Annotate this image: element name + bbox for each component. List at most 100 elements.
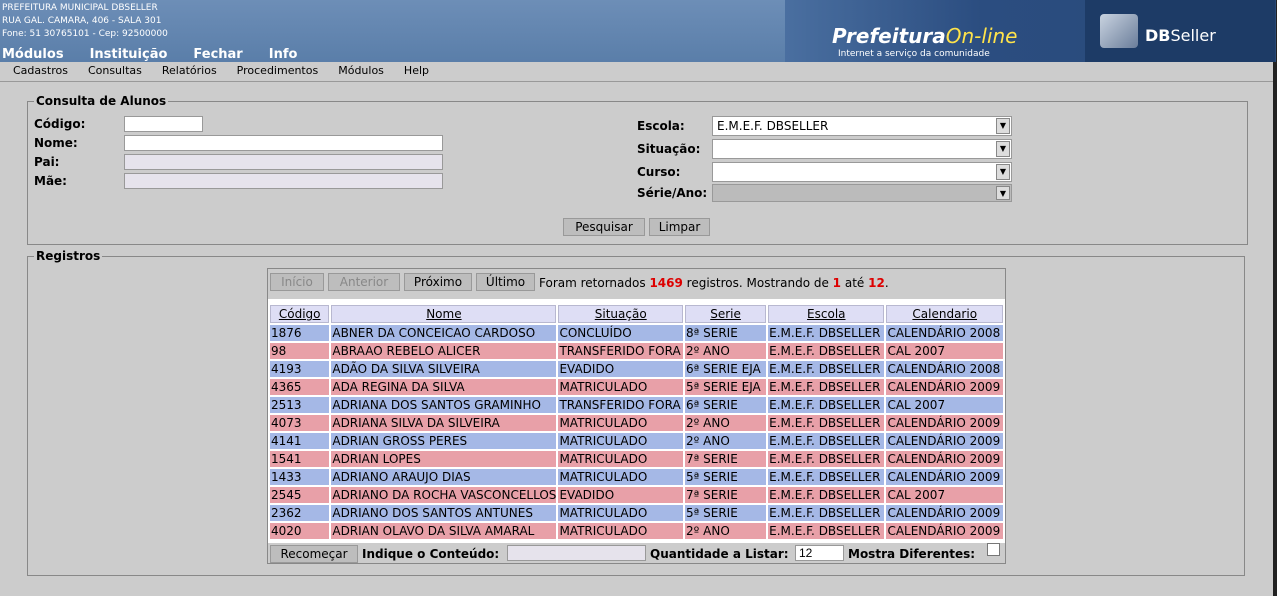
column-header[interactable]: Escola xyxy=(768,305,885,323)
table-cell: MATRICULADO xyxy=(558,523,684,539)
table-cell: CAL 2007 xyxy=(886,487,1003,503)
table-row[interactable]: 2513 ADRIANA DOS SANTOS GRAMINHO TRANSFERI… xyxy=(270,397,1003,413)
table-cell: 1433 xyxy=(270,469,330,485)
situacao-select[interactable]: ▼ xyxy=(712,139,1012,159)
table-cell: MATRICULADO xyxy=(558,505,684,521)
table-row[interactable]: 4193 ADÃO DA SILVA SILVEIRA EVADIDO 6ª SERI… xyxy=(270,361,1003,377)
conteudo-input[interactable] xyxy=(507,545,646,561)
table-cell: 4365 xyxy=(270,379,330,395)
chevron-down-icon[interactable]: ▼ xyxy=(996,141,1010,157)
menu-cadastros[interactable]: Cadastros xyxy=(13,62,68,81)
table-cell: E.M.E.F. DBSELLER xyxy=(768,325,885,341)
grid-footer: Recomeçar Indique o Conteúdo: Quantidade… xyxy=(268,543,1005,563)
nome-label: Nome: xyxy=(34,136,78,150)
pai-label: Pai: xyxy=(34,155,60,169)
table-cell: 6ª SERIE EJA xyxy=(685,361,767,377)
org-contact: Fone: 51 30765101 - Cep: 92500000 xyxy=(2,29,168,39)
column-header[interactable]: Nome xyxy=(331,305,557,323)
table-cell: E.M.E.F. DBSELLER xyxy=(768,415,885,431)
table-cell: ADRIAN LOPES xyxy=(331,451,557,467)
escola-select[interactable]: E.M.E.F. DBSELLER ▼ xyxy=(712,116,1012,136)
table-cell: EVADIDO xyxy=(558,361,684,377)
column-header[interactable]: Serie xyxy=(685,305,767,323)
results-grid: Início Anterior Próximo Último Foram ret… xyxy=(267,268,1006,564)
menu-help[interactable]: Help xyxy=(404,62,429,81)
column-header[interactable]: Calendario xyxy=(886,305,1003,323)
window-edge xyxy=(1273,62,1277,596)
table-cell: E.M.E.F. DBSELLER xyxy=(768,343,885,359)
table-cell: 2º ANO xyxy=(685,523,767,539)
situacao-label: Situação: xyxy=(637,142,701,156)
table-cell: 7ª SERIE xyxy=(685,451,767,467)
table-cell: 1876 xyxy=(270,325,330,341)
top-menu-instituicao[interactable]: Instituição xyxy=(90,47,168,62)
table-cell: 5ª SERIE EJA xyxy=(685,379,767,395)
table-cell: CALENDÁRIO 2009 xyxy=(886,523,1003,539)
menu-modulos[interactable]: Módulos xyxy=(338,62,384,81)
nome-input[interactable] xyxy=(124,135,443,151)
table-row[interactable]: 1876 ABNER DA CONCEICAO CARDOSO CONCLUÍDO 8… xyxy=(270,325,1003,341)
column-header[interactable]: Código xyxy=(270,305,330,323)
table-row[interactable]: 4365 ADA REGINA DA SILVA MATRICULADO 5ª SER… xyxy=(270,379,1003,395)
quantidade-input[interactable] xyxy=(795,545,844,561)
table-row[interactable]: 1433 ADRIANO ARAUJO DIAS MATRICULADO 5ª SER… xyxy=(270,469,1003,485)
table-cell: CALENDÁRIO 2009 xyxy=(886,469,1003,485)
table-cell: E.M.E.F. DBSELLER xyxy=(768,451,885,467)
table-cell: 6ª SERIE xyxy=(685,397,767,413)
table-cell: 2º ANO xyxy=(685,433,767,449)
table-cell: 2513 xyxy=(270,397,330,413)
table-cell: 2º ANO xyxy=(685,415,767,431)
registros-legend: Registros xyxy=(36,249,101,263)
pesquisar-button[interactable]: Pesquisar xyxy=(563,218,645,236)
menu-procedimentos[interactable]: Procedimentos xyxy=(237,62,319,81)
pai-input[interactable] xyxy=(124,154,443,170)
proximo-button[interactable]: Próximo xyxy=(404,273,472,291)
mae-label: Mãe: xyxy=(34,174,67,188)
table-row[interactable]: 4073 ADRIANA SILVA DA SILVEIRA MATRICULADO… xyxy=(270,415,1003,431)
table-cell: E.M.E.F. DBSELLER xyxy=(768,469,885,485)
mostra-diferentes-checkbox[interactable] xyxy=(987,543,1000,556)
inicio-button[interactable]: Início xyxy=(270,273,324,291)
table-cell: CALENDÁRIO 2009 xyxy=(886,451,1003,467)
table-cell: CONCLUÍDO xyxy=(558,325,684,341)
chevron-down-icon[interactable]: ▼ xyxy=(996,186,1010,200)
ultimo-button[interactable]: Último xyxy=(476,273,535,291)
serie-label: Série/Ano: xyxy=(637,186,708,200)
menu-relatorios[interactable]: Relatórios xyxy=(162,62,217,81)
codigo-label: Código: xyxy=(34,117,86,131)
table-cell: CAL 2007 xyxy=(886,397,1003,413)
recomecar-button[interactable]: Recomeçar xyxy=(270,545,358,563)
table-row[interactable]: 2545 ADRIANO DA ROCHA VASCONCELLOS EVADIDO… xyxy=(270,487,1003,503)
table-cell: CALENDÁRIO 2009 xyxy=(886,379,1003,395)
limpar-button[interactable]: Limpar xyxy=(649,218,710,236)
table-cell: 7ª SERIE xyxy=(685,487,767,503)
table-row[interactable]: 4020 ADRIAN OLAVO DA SILVA AMARAL MATRICUL… xyxy=(270,523,1003,539)
top-menu-info[interactable]: Info xyxy=(269,47,298,62)
anterior-button[interactable]: Anterior xyxy=(328,273,400,291)
org-address: RUA GAL. CAMARA, 406 - SALA 301 xyxy=(2,16,162,26)
table-cell: 2º ANO xyxy=(685,343,767,359)
table-cell: ADRIAN OLAVO DA SILVA AMARAL xyxy=(331,523,557,539)
codigo-input[interactable] xyxy=(124,116,203,132)
table-row[interactable]: 2362 ADRIANO DOS SANTOS ANTUNES MATRICULAD… xyxy=(270,505,1003,521)
curso-select[interactable]: ▼ xyxy=(712,162,1012,182)
table-cell: CALENDÁRIO 2009 xyxy=(886,415,1003,431)
table-cell: CALENDÁRIO 2009 xyxy=(886,433,1003,449)
mae-input[interactable] xyxy=(124,173,443,189)
serie-select[interactable]: ▼ xyxy=(712,184,1012,202)
table-row[interactable]: 4141 ADRIAN GROSS PERES MATRICULADO 2º ANO E… xyxy=(270,433,1003,449)
chevron-down-icon[interactable]: ▼ xyxy=(996,164,1010,180)
result-count: Foram retornados 1469 registros. Mostran… xyxy=(539,276,889,290)
table-cell: CALENDÁRIO 2008 xyxy=(886,325,1003,341)
top-menu-fechar[interactable]: Fechar xyxy=(193,47,242,62)
table-cell: 4193 xyxy=(270,361,330,377)
table-cell: MATRICULADO xyxy=(558,451,684,467)
menu-consultas[interactable]: Consultas xyxy=(88,62,142,81)
chevron-down-icon[interactable]: ▼ xyxy=(996,118,1010,134)
table-row[interactable]: 1541 ADRIAN LOPES MATRICULADO 7ª SERIE E.M.E… xyxy=(270,451,1003,467)
table-cell: 2362 xyxy=(270,505,330,521)
table-row[interactable]: 98 ABRAAO REBELO ALICER TRANSFERIDO FORA 2º… xyxy=(270,343,1003,359)
org-info: PREFEITURA MUNICIPAL DBSELLER RUA GAL. C… xyxy=(2,2,168,41)
column-header[interactable]: Situação xyxy=(558,305,684,323)
top-menu-modulos[interactable]: Módulos xyxy=(2,47,64,62)
